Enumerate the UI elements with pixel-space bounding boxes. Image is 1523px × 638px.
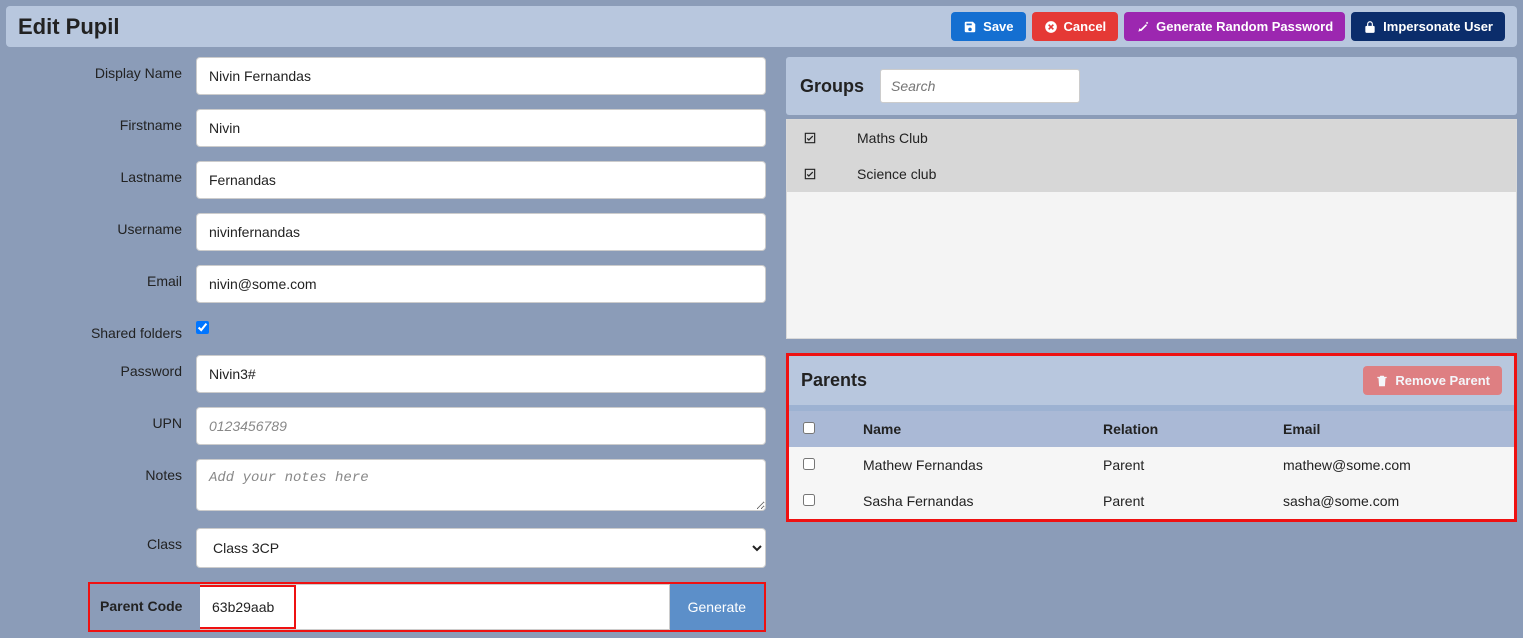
cell-name: Sasha Fernandas xyxy=(863,493,1103,509)
label-password: Password xyxy=(6,355,196,379)
row-checkbox[interactable] xyxy=(803,458,815,470)
parents-table-head: Name Relation Email xyxy=(789,405,1514,447)
checked-icon xyxy=(803,167,817,181)
groups-title: Groups xyxy=(800,76,864,97)
group-label: Maths Club xyxy=(857,130,928,146)
trash-icon xyxy=(1375,374,1389,388)
label-lastname: Lastname xyxy=(6,161,196,185)
remove-parent-button[interactable]: Remove Parent xyxy=(1363,366,1502,395)
header-buttons: Save Cancel Generate Random Password Imp… xyxy=(951,12,1505,41)
label-upn: UPN xyxy=(6,407,196,431)
label-displayname: Display Name xyxy=(6,57,196,81)
table-row[interactable]: Mathew Fernandas Parent mathew@some.com xyxy=(789,447,1514,483)
generate-parentcode-button[interactable]: Generate xyxy=(670,584,764,630)
label-firstname: Firstname xyxy=(6,109,196,133)
groups-list[interactable]: Maths Club Science club xyxy=(786,119,1517,339)
cancel-button[interactable]: Cancel xyxy=(1032,12,1119,41)
cell-relation: Parent xyxy=(1103,493,1283,509)
checked-icon xyxy=(803,131,817,145)
label-parentcode: Parent Code xyxy=(90,584,200,630)
save-button[interactable]: Save xyxy=(951,12,1025,41)
password-input[interactable] xyxy=(196,355,766,393)
page-title: Edit Pupil xyxy=(18,14,119,40)
row-checkbox[interactable] xyxy=(803,494,815,506)
generate-password-button[interactable]: Generate Random Password xyxy=(1124,12,1345,41)
upn-input[interactable] xyxy=(196,407,766,445)
save-icon xyxy=(963,20,977,34)
groups-search-input[interactable] xyxy=(880,69,1080,103)
parents-header: Parents Remove Parent xyxy=(789,356,1514,405)
parentcode-row: Parent Code 63b29aab Generate xyxy=(88,582,766,632)
label-shared: Shared folders xyxy=(6,317,196,341)
group-label: Science club xyxy=(857,166,936,182)
parents-title: Parents xyxy=(801,370,867,391)
group-item[interactable]: Maths Club xyxy=(787,120,1516,156)
cell-email: sasha@some.com xyxy=(1283,493,1500,509)
page-header: Edit Pupil Save Cancel Generate Random P… xyxy=(6,6,1517,47)
firstname-input[interactable] xyxy=(196,109,766,147)
form-pane: Display Name Firstname Lastname Username… xyxy=(6,57,766,632)
group-item[interactable]: Science club xyxy=(787,156,1516,192)
parentcode-value: 63b29aab xyxy=(200,584,670,630)
label-email: Email xyxy=(6,265,196,289)
notes-input[interactable] xyxy=(196,459,766,511)
displayname-input[interactable] xyxy=(196,57,766,95)
groups-header: Groups xyxy=(786,57,1517,115)
table-row[interactable]: Sasha Fernandas Parent sasha@some.com xyxy=(789,483,1514,519)
cell-email: mathew@some.com xyxy=(1283,457,1500,473)
wand-icon xyxy=(1136,20,1150,34)
shared-folders-checkbox[interactable] xyxy=(196,321,209,334)
cell-relation: Parent xyxy=(1103,457,1283,473)
col-name: Name xyxy=(863,421,1103,437)
lock-icon xyxy=(1363,20,1377,34)
impersonate-button[interactable]: Impersonate User xyxy=(1351,12,1505,41)
lastname-input[interactable] xyxy=(196,161,766,199)
cancel-icon xyxy=(1044,20,1058,34)
email-input[interactable] xyxy=(196,265,766,303)
col-relation: Relation xyxy=(1103,421,1283,437)
class-select[interactable]: Class 3CP xyxy=(196,528,766,568)
select-all-checkbox[interactable] xyxy=(803,422,815,434)
username-input[interactable] xyxy=(196,213,766,251)
label-username: Username xyxy=(6,213,196,237)
label-class: Class xyxy=(6,528,196,552)
label-notes: Notes xyxy=(6,459,196,483)
cell-name: Mathew Fernandas xyxy=(863,457,1103,473)
parents-panel: Parents Remove Parent Name Relation Emai… xyxy=(786,353,1517,522)
col-email: Email xyxy=(1283,421,1500,437)
